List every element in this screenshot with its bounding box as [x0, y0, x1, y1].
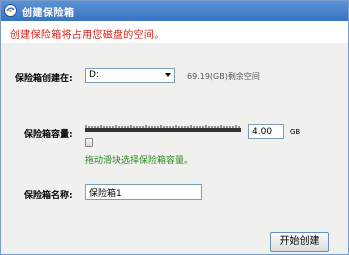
window-title: 创建保险箱 [22, 8, 75, 19]
capacity-hint: 拖动滑块选择保险箱容量。 [85, 156, 194, 166]
name-label: 保险箱名称: [24, 191, 73, 201]
create-safe-dialog: 创建保险箱 创建保险箱将占用您磁盘的空间。 保险箱创建在: D: 69.19(G… [0, 0, 349, 255]
start-create-button[interactable]: 开始创建 [270, 232, 329, 252]
capacity-label: 保险箱容量: [24, 130, 73, 140]
location-label: 保险箱创建在: [15, 74, 73, 84]
safe-name-input[interactable] [85, 184, 202, 200]
capacity-slider[interactable] [85, 125, 241, 149]
title-bar[interactable]: 创建保险箱 [1, 1, 348, 21]
slider-thumb[interactable] [85, 138, 93, 147]
safe-app-icon [4, 4, 17, 17]
dialog-subtitle: 创建保险箱将占用您磁盘的空间。 [10, 30, 165, 41]
free-space-text: 69.19(GB)剩余空间 [187, 72, 260, 81]
drive-select[interactable]: D: [85, 68, 175, 83]
slider-track[interactable] [85, 128, 241, 132]
drive-select-value: D: [89, 70, 99, 80]
capacity-unit: GB [290, 128, 301, 136]
chevron-down-icon[interactable] [165, 73, 171, 77]
capacity-input[interactable] [248, 124, 284, 139]
